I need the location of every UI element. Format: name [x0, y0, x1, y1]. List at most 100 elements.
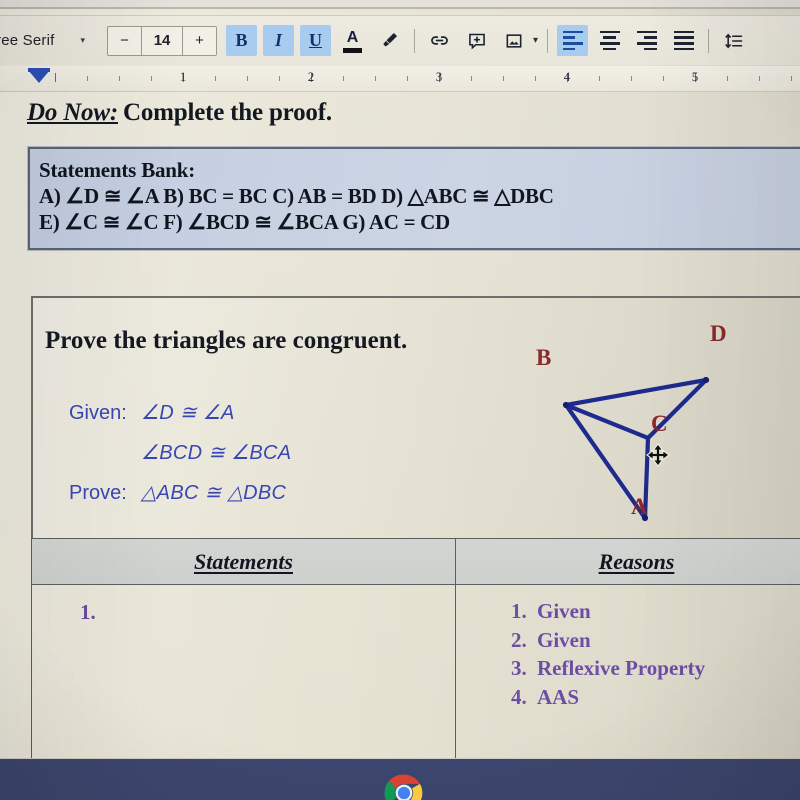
browser-top-strip — [0, 0, 800, 7]
reasons-list: 1. Given 2. Given 3. Reflexive Property 4. AAS — [511, 597, 705, 711]
text-color-button[interactable]: A — [337, 25, 368, 56]
toolbar-divider-2 — [547, 28, 549, 53]
ruler-number-1: 1 — [179, 69, 187, 84]
align-center-icon[interactable] — [594, 25, 625, 56]
vertex-label-d: D — [710, 321, 727, 346]
ruler-minor-tick — [535, 76, 536, 81]
add-comment-icon[interactable] — [461, 25, 492, 56]
text-color-swatch — [343, 47, 363, 53]
vertex-label-b: B — [536, 345, 552, 370]
chevron-down-icon[interactable]: ▾ — [81, 35, 86, 46]
ruler-minor-tick — [791, 76, 792, 81]
ruler-minor-tick — [215, 76, 216, 81]
reason-row: 3. Reflexive Property — [511, 654, 705, 683]
column-header-reasons: Reasons — [598, 548, 675, 574]
align-justify-bars — [673, 30, 694, 51]
statement-number-1: 1. — [80, 600, 96, 624]
reason-row: 2. Given — [511, 626, 705, 655]
insert-image-icon[interactable] — [498, 25, 529, 56]
line-spacing-icon[interactable] — [718, 25, 749, 56]
highlighter-pen-icon[interactable] — [374, 25, 405, 56]
ruler-minor-tick — [119, 76, 120, 81]
statements-bank-box: Statements Bank: A) ∠D ≅ ∠A B) BC = BC C… — [27, 146, 800, 251]
align-right-bars — [636, 30, 657, 51]
align-right-icon[interactable] — [631, 25, 662, 56]
horizontal-ruler[interactable]: 1 2 3 4 5 — [0, 66, 800, 92]
prove-row: Prove: △ABC ≅ △DBC — [69, 473, 291, 513]
do-now-instruction: Complete the proof. — [122, 99, 332, 126]
browser-chrome-divider — [0, 7, 800, 9]
toolbar-divider-3 — [708, 28, 710, 53]
ruler-minor-tick — [375, 76, 376, 81]
reason-number: 4. — [511, 684, 527, 709]
vertex-b-dot — [562, 401, 570, 409]
given-prove-block: Given: ∠D ≅ ∠A ∠BCD ≅ ∠BCA Prove: △ABC ≅… — [69, 393, 291, 513]
chrome-browser-icon[interactable] — [383, 772, 425, 800]
ruler-minor-tick — [727, 76, 728, 81]
reason-row: 4. AAS — [511, 683, 705, 712]
statements-bank-line-2: E) ∠C ≅ ∠C F) ∠BCD ≅ ∠BCA G) AC = CD — [39, 210, 450, 234]
triangle-diagram[interactable]: B D C A — [503, 318, 783, 528]
bold-button[interactable]: B — [226, 25, 258, 56]
reason-text: Reflexive Property — [537, 656, 706, 680]
reason-row: 1. Given — [511, 597, 705, 626]
move-cursor — [646, 443, 670, 467]
text-color-letter: A — [346, 28, 359, 46]
insert-link-icon[interactable] — [424, 25, 455, 56]
ruler-number-4: 4 — [563, 69, 571, 84]
ruler-minor-tick — [151, 76, 152, 81]
given-statement-2: ∠BCD ≅ ∠BCA — [141, 442, 292, 464]
reason-text: AAS — [537, 684, 580, 709]
given-row-1: Given: ∠D ≅ ∠A — [69, 393, 291, 433]
font-size-stepper: − 14 + — [107, 25, 218, 56]
align-left-icon[interactable] — [557, 25, 589, 56]
reason-number: 3. — [511, 656, 527, 680]
prove-statement: △ABC ≅ △DBC — [141, 482, 287, 504]
given-spacer — [69, 433, 141, 473]
align-center-bars — [599, 30, 620, 51]
ruler-minor-tick — [503, 76, 504, 81]
ruler-minor-tick — [663, 76, 664, 81]
font-family-selector[interactable]: ree Serif — [0, 32, 55, 49]
toolbar-divider-1 — [414, 28, 416, 53]
formatting-toolbar: ree Serif ▾ − 14 + B I U A ▾ — [0, 16, 800, 65]
ruler-minor-tick — [87, 76, 88, 81]
given-label: Given: — [69, 402, 127, 424]
reason-number: 1. — [511, 599, 527, 623]
image-options-chevron-down-icon[interactable]: ▾ — [533, 35, 538, 46]
ruler-major-tick — [55, 73, 56, 82]
do-now-label: Do Now: — [27, 99, 118, 126]
ruler-minor-tick — [247, 76, 248, 81]
font-size-increase-button[interactable]: + — [183, 26, 216, 56]
align-left-bars — [562, 30, 583, 51]
prove-label: Prove: — [69, 482, 127, 504]
page-title: Do Now: Complete the proof. — [27, 99, 332, 127]
ruler-minor-tick — [279, 76, 280, 81]
proof-prompt-box: Prove the triangles are congruent. Given… — [31, 296, 800, 541]
statements-bank-title: Statements Bank: — [39, 158, 196, 182]
vertex-label-a: A — [631, 494, 648, 519]
font-size-decrease-button[interactable]: − — [108, 26, 141, 56]
ruler-minor-tick — [471, 76, 472, 81]
ruler-minor-tick — [599, 76, 600, 81]
font-size-input[interactable]: 14 — [141, 25, 184, 56]
reason-number: 2. — [511, 627, 527, 652]
underline-button[interactable]: U — [300, 25, 332, 56]
align-justify-icon[interactable] — [668, 25, 699, 56]
ruler-minor-tick — [759, 76, 760, 81]
vertex-label-c: C — [651, 411, 668, 436]
statements-bank-line-1: A) ∠D ≅ ∠A B) BC = BC C) AB = BD D) △ABC… — [39, 184, 554, 208]
vertex-d-dot — [702, 376, 710, 384]
ruler-number-5: 5 — [691, 69, 699, 84]
left-indent-marker[interactable] — [28, 70, 50, 83]
italic-button[interactable]: I — [263, 25, 295, 56]
ruler-minor-tick — [631, 76, 632, 81]
screenshot-root: ree Serif ▾ − 14 + B I U A ▾ 1 2 3 4 5 D… — [0, 0, 800, 800]
proof-prompt-text: Prove the triangles are congruent. — [45, 327, 408, 354]
reason-text: Given — [537, 599, 591, 623]
given-statement-1: ∠D ≅ ∠A — [141, 402, 235, 424]
given-row-2: ∠BCD ≅ ∠BCA — [69, 433, 291, 473]
document-body: Do Now: Complete the proof. Statements Ba… — [0, 93, 800, 800]
ruler-number-3: 3 — [435, 69, 443, 84]
ruler-minor-tick — [407, 76, 408, 81]
